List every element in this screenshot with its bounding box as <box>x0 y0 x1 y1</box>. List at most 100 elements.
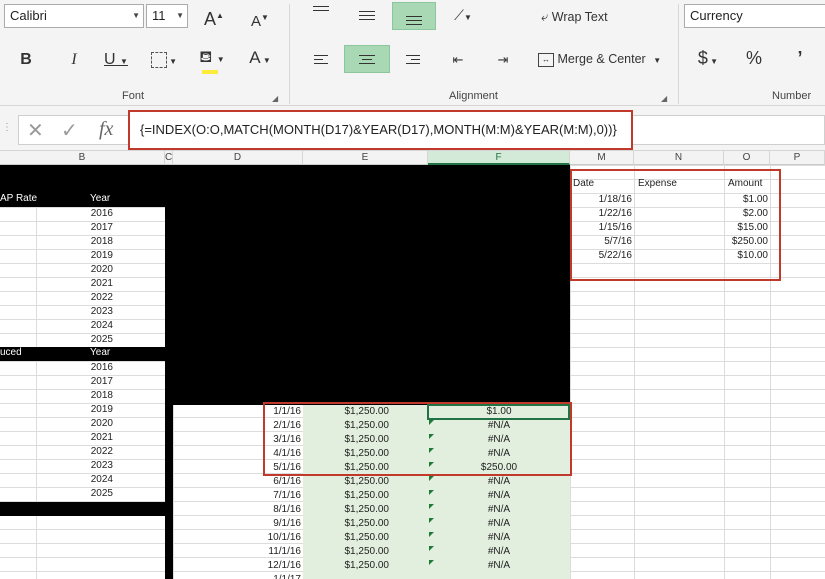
column-header-p[interactable]: P <box>770 151 825 165</box>
year-cell[interactable]: 2016 <box>36 361 113 375</box>
schedule-result-cell[interactable]: #N/A <box>428 517 570 531</box>
year-cell[interactable]: 2020 <box>36 417 113 431</box>
schedule-result-cell[interactable]: #N/A <box>428 503 570 517</box>
alignment-dialog-launcher-icon[interactable]: ◢ <box>661 94 667 103</box>
year-cell[interactable]: 2017 <box>36 221 113 235</box>
year-cell[interactable]: 2024 <box>36 473 113 487</box>
enter-icon[interactable]: ✓ <box>61 118 78 143</box>
schedule-date-cell[interactable]: 11/1/16 <box>173 545 301 559</box>
column-header-c[interactable]: C <box>165 151 173 165</box>
underline-button[interactable]: U ▼ <box>100 46 132 74</box>
column-header-m[interactable]: M <box>570 151 634 165</box>
number-format-select[interactable]: Currency <box>684 4 825 28</box>
font-color-button[interactable]: A ▼ <box>244 44 276 72</box>
column-header-f[interactable]: F <box>428 151 570 165</box>
schedule-result-cell[interactable]: #N/A <box>428 545 570 559</box>
bold-label: B <box>20 51 32 68</box>
year-cell[interactable]: 2023 <box>36 459 113 473</box>
lookup-highlight-box <box>570 169 781 281</box>
year-cell[interactable]: 2021 <box>36 431 113 445</box>
align-center-button[interactable] <box>344 45 390 73</box>
insert-function-icon[interactable]: fx <box>99 118 113 141</box>
year-cell[interactable]: 2022 <box>36 445 113 459</box>
year-cell[interactable]: 2025 <box>36 333 113 347</box>
year-cell[interactable]: 2023 <box>36 305 113 319</box>
year-cell[interactable]: 2022 <box>36 291 113 305</box>
comma-style-button[interactable]: ’ <box>784 44 816 72</box>
align-right-button[interactable] <box>397 46 429 74</box>
ribbon-separator <box>289 4 290 104</box>
align-bottom-icon <box>406 13 422 28</box>
orientation-button[interactable]: ⟋▼ <box>446 1 480 29</box>
column-headers: B C D E F M N O P <box>0 150 825 165</box>
align-left-icon <box>314 52 328 67</box>
year-cell[interactable]: 2016 <box>36 207 113 221</box>
schedule-result-cell[interactable] <box>428 573 570 579</box>
year-cell[interactable]: 2020 <box>36 263 113 277</box>
year-cell[interactable]: 2019 <box>36 403 113 417</box>
schedule-value-cell[interactable]: $1,250.00 <box>303 517 390 531</box>
italic-button[interactable]: I <box>58 46 90 74</box>
year-cell[interactable]: 2024 <box>36 319 113 333</box>
schedule-date-cell[interactable]: 7/1/16 <box>173 489 301 503</box>
merge-center-icon: ↔ <box>538 52 554 67</box>
formula-input[interactable]: {=INDEX(O:O,MATCH(MONTH(D17)&YEAR(D17),M… <box>128 110 633 150</box>
schedule-date-cell[interactable]: 9/1/16 <box>173 517 301 531</box>
increase-indent-button[interactable]: ⇥ <box>487 46 519 74</box>
year-cell[interactable]: 2021 <box>36 277 113 291</box>
column-header-d[interactable]: D <box>173 151 303 165</box>
schedule-value-cell[interactable]: $1,250.00 <box>303 531 390 545</box>
column-header-e[interactable]: E <box>303 151 428 165</box>
year-cell[interactable]: 2019 <box>36 249 113 263</box>
error-indicator-icon <box>429 532 434 537</box>
name-box-resize-handle[interactable]: ⋮ <box>2 122 12 133</box>
schedule-date-cell[interactable]: 8/1/16 <box>173 503 301 517</box>
align-left-button[interactable] <box>305 46 337 74</box>
error-indicator-icon <box>429 546 434 551</box>
column-header-b[interactable]: B <box>0 151 165 165</box>
schedule-result-cell[interactable]: #N/A <box>428 475 570 489</box>
decrease-indent-button[interactable]: ⇤ <box>442 46 474 74</box>
grow-font-button[interactable]: A▲ <box>198 2 230 30</box>
borders-button[interactable]: ▼ <box>148 46 180 74</box>
schedule-value-cell[interactable]: $1,250.00 <box>303 559 390 573</box>
schedule-highlight-box <box>263 402 572 476</box>
cancel-icon[interactable]: ✕ <box>27 118 44 143</box>
schedule-date-cell[interactable]: 12/1/16 <box>173 559 301 573</box>
font-dialog-launcher-icon[interactable]: ◢ <box>272 94 278 103</box>
year-cell[interactable]: 2017 <box>36 375 113 389</box>
schedule-date-cell[interactable]: 10/1/16 <box>173 531 301 545</box>
align-bottom-button[interactable] <box>392 2 436 30</box>
redacted-block <box>0 502 165 516</box>
schedule-value-cell[interactable]: $1,250.00 <box>303 503 390 517</box>
schedule-result-cell[interactable]: #N/A <box>428 489 570 503</box>
percent-style-button[interactable]: % <box>738 44 770 72</box>
shrink-font-button[interactable]: A▼ <box>244 4 276 32</box>
align-middle-button[interactable] <box>351 2 383 30</box>
year-cell[interactable]: 2018 <box>36 235 113 249</box>
font-size-select[interactable]: 11 ▼ <box>146 4 188 28</box>
schedule-date-cell[interactable]: 1/1/17 <box>173 573 301 579</box>
column-header-o[interactable]: O <box>724 151 770 165</box>
year-cell[interactable]: 2018 <box>36 389 113 403</box>
column-header-n[interactable]: N <box>634 151 724 165</box>
bold-button[interactable]: B <box>10 46 42 74</box>
fill-color-button[interactable]: ⛾ ▼ <box>196 44 228 74</box>
redacted-block <box>165 193 570 405</box>
align-top-button[interactable] <box>305 0 337 28</box>
year-header-label: Year <box>90 193 111 204</box>
accounting-format-button[interactable]: $ ▼ <box>692 44 724 72</box>
schedule-result-cell[interactable]: #N/A <box>428 559 570 573</box>
schedule-value-cell[interactable]: $1,250.00 <box>303 545 390 559</box>
schedule-value-cell[interactable]: $1,250.00 <box>303 489 390 503</box>
year-cell[interactable]: 2025 <box>36 487 113 501</box>
redacted-block <box>165 405 173 579</box>
error-indicator-icon <box>429 560 434 565</box>
schedule-date-cell[interactable]: 6/1/16 <box>173 475 301 489</box>
font-name-select[interactable]: Calibri ▼ <box>4 4 144 28</box>
schedule-value-cell[interactable] <box>303 573 389 579</box>
schedule-value-cell[interactable]: $1,250.00 <box>303 475 390 489</box>
merge-center-button[interactable]: ↔ Merge & Center ▼ <box>538 48 661 70</box>
wrap-text-button[interactable]: ⤶ Wrap Text <box>541 6 608 28</box>
schedule-result-cell[interactable]: #N/A <box>428 531 570 545</box>
